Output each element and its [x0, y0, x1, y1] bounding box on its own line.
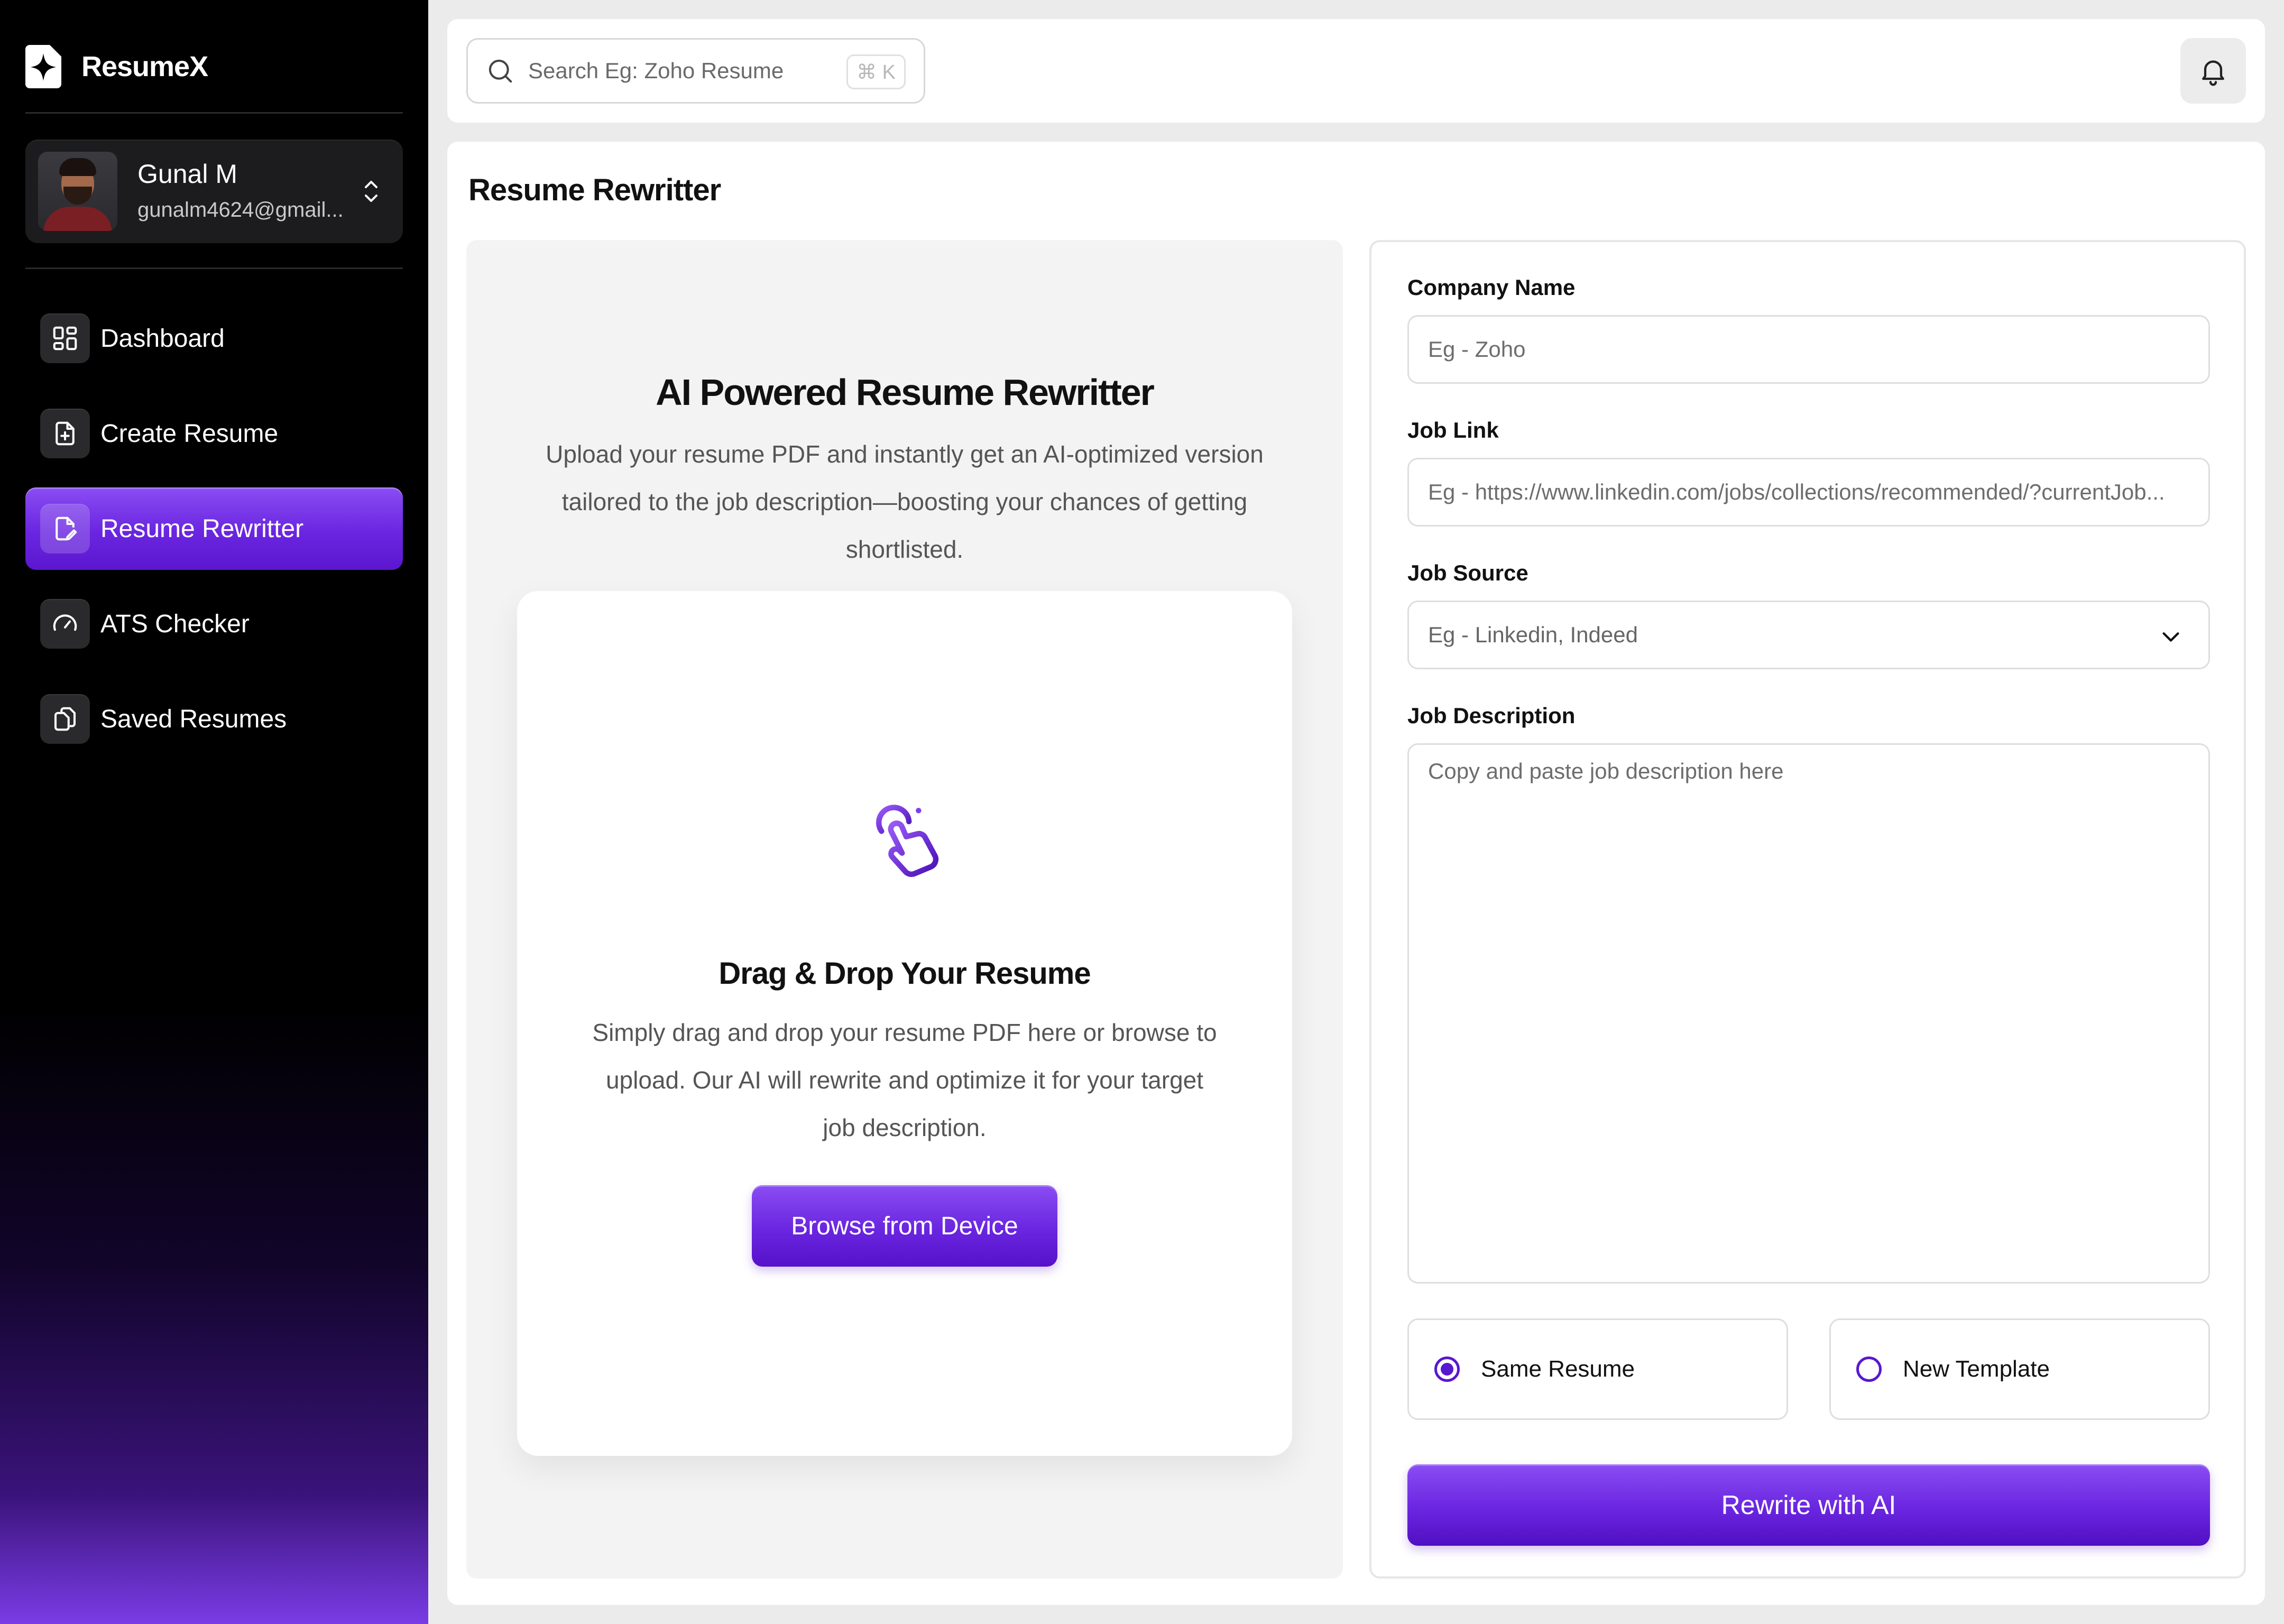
browse-device-button[interactable]: Browse from Device: [752, 1185, 1057, 1267]
dropzone-title: Drag & Drop Your Resume: [719, 956, 1091, 991]
option-new-template[interactable]: New Template: [1829, 1318, 2210, 1420]
user-switcher[interactable]: Gunal M gunalm4624@gmail...: [25, 140, 403, 243]
avatar: [38, 152, 117, 231]
dropzone-subtitle: Simply drag and drop your resume PDF her…: [592, 1019, 1217, 1141]
file-edit-icon: [40, 504, 90, 553]
shortcut-hint: ⌘ K: [846, 54, 906, 89]
top-bar: ⌘ K: [447, 19, 2265, 123]
sidebar-item-create-resume[interactable]: Create Resume: [25, 392, 403, 475]
hero-subtitle: Upload your resume PDF and instantly get…: [546, 440, 1264, 563]
file-plus-icon: [40, 409, 90, 458]
sidebar-item-label: Dashboard: [100, 324, 225, 353]
chevron-down-icon: [2162, 632, 2179, 642]
job-source-select[interactable]: Eg - Linkedin, Indeed: [1407, 601, 2210, 669]
sidebar-item-label: Create Resume: [100, 419, 279, 448]
gauge-icon: [40, 599, 90, 649]
sidebar-item-ats-checker[interactable]: ATS Checker: [25, 583, 403, 665]
company-name-label: Company Name: [1407, 275, 1576, 300]
search-box[interactable]: ⌘ K: [466, 38, 925, 104]
resume-dropzone[interactable]: Drag & Drop Your Resume Simply drag and …: [517, 591, 1292, 1456]
company-name-field[interactable]: [1407, 315, 2210, 384]
chevron-up-down-icon: [365, 181, 377, 202]
divider: [25, 267, 403, 269]
bell-icon: [2202, 60, 2224, 86]
user-name: Gunal M: [137, 159, 237, 189]
sparkle-logo-icon: [25, 45, 61, 88]
sidebar-item-label: Saved Resumes: [100, 705, 287, 733]
job-link-label: Job Link: [1407, 418, 1499, 442]
option-label: New Template: [1903, 1356, 2050, 1382]
job-details-form: Company Name Job Link Job Source Eg - Li…: [1369, 240, 2246, 1579]
hero-title: AI Powered Resume Rewritter: [656, 372, 1155, 413]
option-label: Same Resume: [1481, 1356, 1635, 1382]
radio-unselected-icon[interactable]: [1856, 1357, 1882, 1382]
job-link-field[interactable]: [1407, 458, 2210, 527]
company-name-input[interactable]: [1428, 337, 2208, 362]
sidebar-nav: Dashboard Create Resume Resume Rewritter: [25, 297, 403, 773]
grid-icon: [40, 313, 90, 363]
job-description-textarea[interactable]: [1428, 758, 2208, 1265]
divider: [25, 112, 403, 114]
page-title: Resume Rewritter: [468, 173, 721, 207]
sidebar-item-label: Resume Rewritter: [100, 514, 304, 543]
job-description-field[interactable]: [1407, 743, 2210, 1284]
sidebar-item-saved-resumes[interactable]: Saved Resumes: [25, 678, 403, 760]
job-source-label: Job Source: [1407, 560, 1528, 585]
notifications-button[interactable]: [2180, 38, 2246, 104]
rewrite-with-ai-button[interactable]: Rewrite with AI: [1407, 1464, 2210, 1546]
option-same-resume[interactable]: Same Resume: [1407, 1318, 1788, 1420]
job-description-label: Job Description: [1407, 703, 1576, 728]
sidebar-item-label: ATS Checker: [100, 610, 250, 638]
main-panel: Resume Rewritter AI Powered Resume Rewri…: [447, 142, 2265, 1605]
user-email: gunalm4624@gmail...: [137, 198, 344, 222]
search-icon: [489, 59, 512, 83]
sidebar-item-resume-rewritter[interactable]: Resume Rewritter: [25, 487, 403, 570]
job-link-input[interactable]: [1428, 479, 2208, 505]
sidebar-item-dashboard[interactable]: Dashboard: [25, 297, 403, 380]
tap-gesture-icon: [876, 805, 939, 877]
upload-section: AI Powered Resume Rewritter Upload your …: [466, 240, 1343, 1579]
search-input[interactable]: [528, 58, 840, 84]
sidebar: ResumeX Gunal M gunalm4624@gmail... Dash…: [0, 0, 428, 1624]
job-source-placeholder: Eg - Linkedin, Indeed: [1428, 622, 1638, 647]
brand[interactable]: ResumeX: [25, 43, 208, 90]
copy-icon: [40, 694, 90, 744]
radio-selected-icon[interactable]: [1434, 1357, 1460, 1382]
brand-name: ResumeX: [81, 51, 208, 82]
